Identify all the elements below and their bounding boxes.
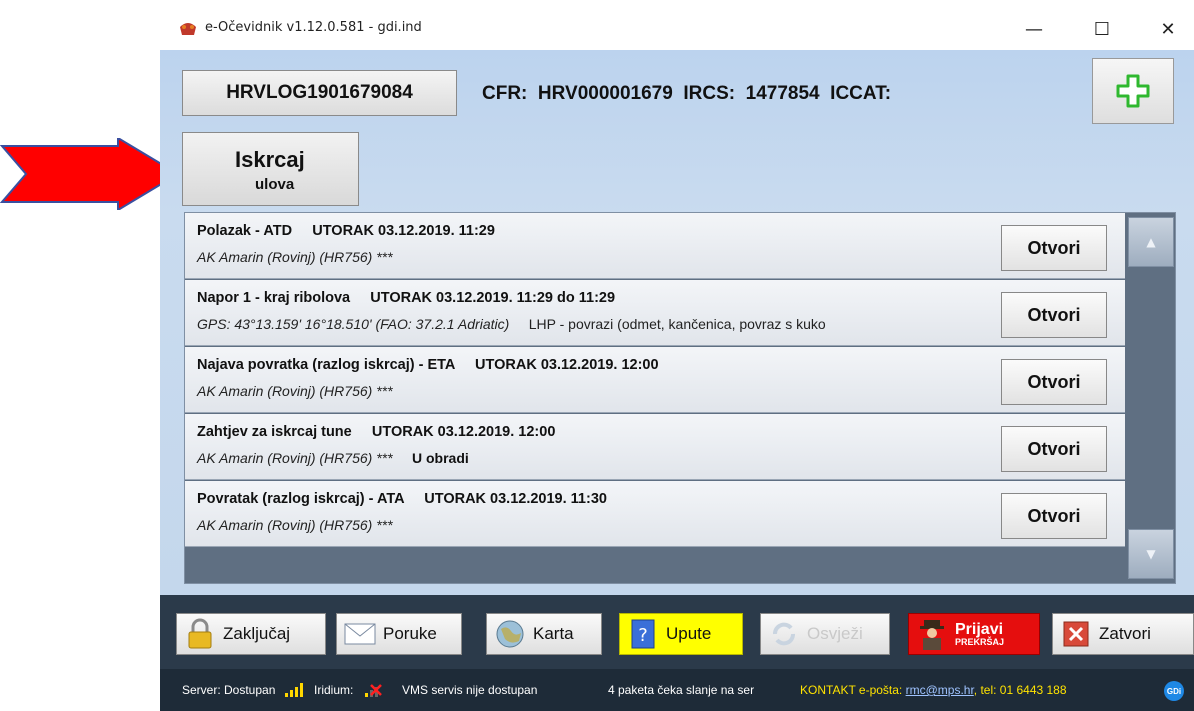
entry-title: Napor 1 - kraj ribolova UTORAK 03.12.201… [197, 290, 616, 306]
entry-title: Najava povratka (razlog iskrcaj) - ETA U… [197, 357, 659, 373]
map-label: Karta [533, 624, 574, 643]
entry-title: Polazak - ATD UTORAK 03.12.2019. 11:29 [197, 223, 495, 239]
close-window-button[interactable]: ✕ [1146, 14, 1190, 44]
open-button[interactable]: Otvori [1001, 225, 1107, 271]
minimize-button[interactable]: — [1012, 14, 1056, 44]
logbook-id-button[interactable]: HRVLOG1901679084 [182, 70, 457, 116]
open-button[interactable]: Otvori [1001, 292, 1107, 338]
lock-button[interactable]: Zaključaj [176, 613, 326, 655]
chevron-down-icon: ▼ [1146, 547, 1156, 561]
list-item: Najava povratka (razlog iskrcaj) - ETA U… [185, 347, 1125, 413]
catch-landing-label: Iskrcaj [235, 147, 305, 172]
vms-status: VMS servis nije dostupan [402, 683, 538, 697]
gdi-logo: GDi [1164, 681, 1184, 701]
refresh-button[interactable]: Osvježi [760, 613, 890, 655]
add-entry-button[interactable] [1092, 58, 1174, 124]
list-item: Polazak - ATD UTORAK 03.12.2019. 11:29 A… [185, 213, 1125, 279]
entry-detail: AK Amarin (Rovinj) (HR756) *** [197, 517, 393, 533]
title-bar: e-Očevidnik v1.12.0.581 - gdi.ind — ☐ ✕ [160, 8, 1194, 50]
open-button[interactable]: Otvori [1001, 359, 1107, 405]
list-item: Povratak (razlog iskrcaj) - ATA UTORAK 0… [185, 481, 1125, 547]
padlock-icon [183, 617, 217, 651]
refresh-icon [767, 617, 801, 651]
svg-text:?: ? [638, 625, 648, 646]
messages-label: Poruke [383, 624, 437, 643]
close-button[interactable]: Zatvori [1052, 613, 1194, 655]
catch-landing-sublabel: ulova [255, 176, 295, 193]
entries-list: Polazak - ATD UTORAK 03.12.2019. 11:29 A… [184, 212, 1176, 584]
entry-title: Povratak (razlog iskrcaj) - ATA UTORAK 0… [197, 491, 607, 507]
maximize-button[interactable]: ☐ [1080, 14, 1124, 44]
open-button[interactable]: Otvori [1001, 426, 1107, 472]
lock-label: Zaključaj [223, 624, 291, 643]
entry-detail: GPS: 43°13.159' 16°18.510' (FAO: 37.2.1 … [197, 316, 826, 332]
bottom-toolbar: Zaključaj Poruke Karta ? Upute Osvježi P… [160, 595, 1194, 669]
list-item: Napor 1 - kraj ribolova UTORAK 03.12.201… [185, 280, 1125, 346]
entry-detail: AK Amarin (Rovinj) (HR756) *** [197, 249, 393, 265]
scroll-up-button[interactable]: ▲ [1128, 217, 1174, 267]
status-badge: U obradi [412, 450, 469, 466]
report-violation-button[interactable]: Prijavi PREKRŠAJ [908, 613, 1040, 655]
close-label: Zatvori [1099, 624, 1151, 643]
no-signal-icon [365, 684, 382, 697]
client-area: HRVLOG1901679084 CFR: HRV000001679 IRCS:… [160, 50, 1194, 711]
messages-button[interactable]: Poruke [336, 613, 462, 655]
report-sublabel: PREKRŠAJ [955, 636, 1005, 647]
header-area: HRVLOG1901679084 CFR: HRV000001679 IRCS:… [160, 50, 1194, 595]
red-arrow-annotation [0, 138, 180, 210]
envelope-icon [343, 617, 377, 651]
status-bar: Server: Dostupan Iridium: VMS servis nij… [160, 669, 1194, 711]
help-book-icon: ? [626, 617, 660, 651]
entry-detail: AK Amarin (Rovinj) (HR756) *** [197, 383, 393, 399]
help-button[interactable]: ? Upute [619, 613, 743, 655]
contact-email-link[interactable]: rmc@mps.hr [906, 683, 974, 697]
signal-icon [285, 683, 303, 697]
app-logo-icon [180, 23, 196, 35]
server-status: Server: Dostupan [182, 683, 276, 697]
queue-status: 4 paketa čeka slanje na ser [608, 683, 755, 697]
scroll-down-button[interactable]: ▼ [1128, 529, 1174, 579]
app-window: e-Očevidnik v1.12.0.581 - gdi.ind — ☐ ✕ … [160, 8, 1194, 711]
globe-map-icon [493, 617, 527, 651]
help-label: Upute [666, 624, 712, 643]
catch-landing-button[interactable]: Iskrcaj ulova [182, 132, 359, 206]
inspector-icon [915, 617, 949, 651]
list-item: Zahtjev za iskrcaj tune UTORAK 03.12.201… [185, 414, 1125, 480]
open-button[interactable]: Otvori [1001, 493, 1107, 539]
report-label: Prijavi [955, 620, 1004, 638]
contact-info: KONTAKT e-pošta: rmc@mps.hr, tel: 01 644… [800, 683, 1067, 697]
iridium-status: Iridium: [314, 683, 354, 697]
vessel-info: CFR: HRV000001679 IRCS: 1477854 ICCAT: [482, 83, 892, 104]
plus-icon [1116, 74, 1150, 108]
report-label-group: Prijavi PREKRŠAJ [955, 620, 1005, 647]
refresh-label: Osvježi [807, 624, 863, 643]
map-button[interactable]: Karta [486, 613, 602, 655]
close-x-icon [1059, 617, 1093, 651]
chevron-up-icon: ▲ [1146, 235, 1156, 249]
window-title: e-Očevidnik v1.12.0.581 - gdi.ind [205, 20, 422, 35]
entry-title: Zahtjev za iskrcaj tune UTORAK 03.12.201… [197, 424, 556, 440]
entry-detail: AK Amarin (Rovinj) (HR756) *** U obradi [197, 450, 469, 466]
